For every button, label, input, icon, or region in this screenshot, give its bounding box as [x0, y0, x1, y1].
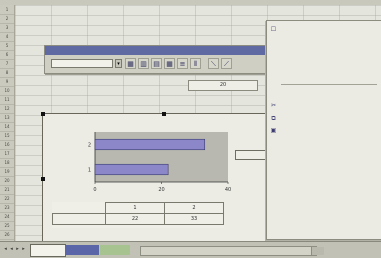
- menu-separator: [281, 83, 377, 85]
- paste-icon: ▣: [270, 127, 277, 134]
- sheet-tab-bar: ◂ ◂ ▸ ▸: [0, 241, 381, 258]
- context-menu-item[interactable]: [267, 88, 381, 99]
- by-column-icon: ⦀: [193, 60, 198, 68]
- last-sheet-icon[interactable]: ▸: [21, 246, 26, 253]
- horizontal-scrollbar[interactable]: [140, 246, 324, 256]
- sheet-tab-2[interactable]: [65, 245, 99, 255]
- data-table-value-1: 22: [105, 213, 165, 225]
- sheet-tab-3[interactable]: [100, 245, 130, 255]
- data-table-header-2: 2: [164, 202, 224, 214]
- context-menu-item[interactable]: [267, 47, 381, 58]
- chart-type-icon: ▥: [140, 60, 147, 68]
- cell-range-box[interactable]: 20: [188, 80, 258, 91]
- row-header: 1 2 3 4 5 6 7 8 9 10 11 12 13 14 15 16 17 18 19 20 21 22 23 24 2…: [0, 5, 15, 241]
- category-tick-label: 2: [88, 143, 91, 149]
- data-table-row-label: [52, 213, 106, 225]
- legend-button[interactable]: ▤: [151, 58, 162, 69]
- by-column-button[interactable]: ⦀: [190, 58, 201, 69]
- context-menu-item[interactable]: [267, 36, 381, 47]
- chart-type-button[interactable]: ▥: [138, 58, 149, 69]
- first-sheet-icon[interactable]: ◂: [3, 246, 8, 253]
- category-tick-label: 1: [88, 168, 91, 174]
- cut-icon: ✂: [270, 102, 277, 109]
- angle-up-icon: ⟋: [224, 60, 229, 68]
- by-row-button[interactable]: ≡: [177, 58, 188, 69]
- prev-sheet-icon[interactable]: ◂: [9, 246, 14, 253]
- context-menu-item[interactable]: [267, 150, 381, 161]
- context-menu-item[interactable]: ⧉: [267, 113, 381, 124]
- context-menu-item[interactable]: [267, 59, 381, 70]
- context-menu-item[interactable]: [267, 138, 381, 149]
- row-number[interactable]: 26: [0, 230, 14, 240]
- context-menu-item[interactable]: ☐: [267, 24, 381, 35]
- chart-toolbar[interactable]: ▾ ▦ ▥ ▤ ▦ ≡ ⦀ ⟍ ⟋: [44, 45, 282, 74]
- data-table-button[interactable]: ▦: [164, 58, 175, 69]
- series-label[interactable]: [235, 150, 268, 160]
- chart-objects-combo[interactable]: [51, 59, 113, 68]
- data-table-header-1: 1: [105, 202, 165, 214]
- next-sheet-icon[interactable]: ▸: [15, 246, 20, 253]
- context-menu-item[interactable]: [267, 163, 381, 174]
- scrollbar-thumb[interactable]: [311, 247, 324, 255]
- context-menu: ☐ ✂ ⧉ ▣: [266, 20, 381, 240]
- sheet-tab-1[interactable]: [30, 244, 66, 257]
- value-tick-label: 40: [225, 187, 231, 193]
- format-selected-object-button[interactable]: ▦: [125, 58, 136, 69]
- context-menu-item[interactable]: ✂: [267, 100, 381, 111]
- context-menu-item[interactable]: [267, 70, 381, 81]
- value-tick-label: 0: [93, 187, 96, 193]
- angle-text-down-button[interactable]: ⟍: [208, 58, 219, 69]
- format-icon: ☐: [270, 26, 277, 33]
- data-table-value-2: 33: [164, 213, 224, 225]
- bar-category-2[interactable]: [94, 138, 206, 151]
- data-table-corner: [52, 202, 106, 214]
- context-menu-item[interactable]: ▣: [267, 125, 381, 136]
- context-menu-item[interactable]: [267, 188, 381, 199]
- chevron-down-icon[interactable]: ▾: [115, 59, 122, 68]
- angle-text-up-button[interactable]: ⟋: [221, 58, 232, 69]
- context-menu-item[interactable]: [267, 175, 381, 186]
- data-table-icon: ▦: [166, 60, 173, 68]
- legend-icon: ▤: [153, 60, 160, 68]
- format-icon: ▦: [127, 60, 134, 68]
- angle-down-icon: ⟍: [211, 60, 216, 68]
- bar-category-1[interactable]: [94, 163, 169, 176]
- copy-icon: ⧉: [271, 114, 276, 122]
- by-row-icon: ≡: [179, 60, 186, 68]
- chart-data-table[interactable]: 1 2 22 33: [52, 202, 224, 228]
- value-tick-label: 20: [158, 187, 164, 193]
- toolbar-title[interactable]: [45, 46, 281, 55]
